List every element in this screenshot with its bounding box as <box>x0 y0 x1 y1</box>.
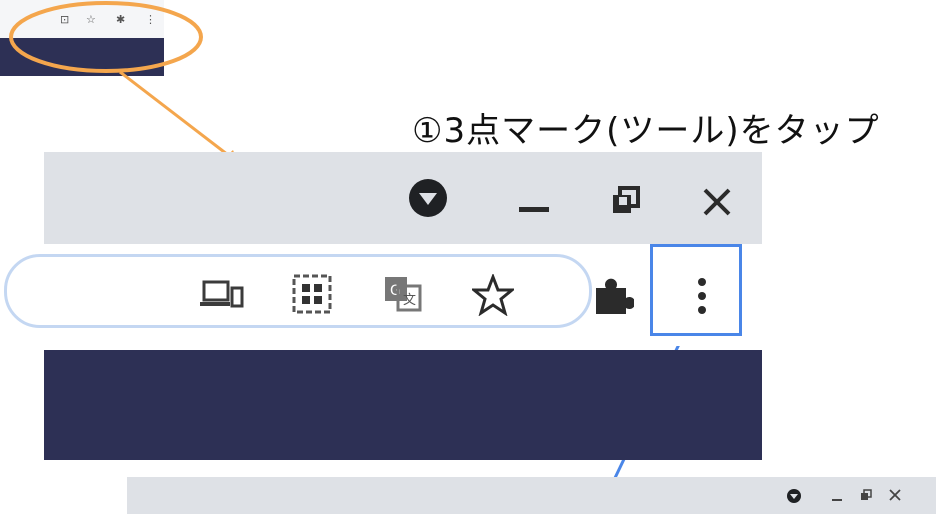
page-content-band <box>44 350 762 460</box>
menu-highlight-box <box>650 244 742 336</box>
restore-icon[interactable] <box>610 185 642 217</box>
close-icon[interactable] <box>701 186 733 218</box>
minimize-icon[interactable] <box>517 184 551 218</box>
bottom-title-bar <box>127 477 936 514</box>
extensions-puzzle-icon[interactable] <box>590 274 634 318</box>
instruction-caption: ①3点マーク(ツール)をタップ <box>412 111 880 151</box>
cast-devices-icon[interactable] <box>200 276 244 316</box>
dropdown-circle-icon[interactable] <box>404 174 452 222</box>
svg-text:文: 文 <box>403 293 416 308</box>
small-dropdown-circle-icon[interactable] <box>786 488 802 504</box>
translate-icon[interactable]: G 文 <box>382 274 424 314</box>
window-title-bar <box>44 152 762 244</box>
orange-arrow-line <box>119 70 233 160</box>
qr-code-icon[interactable] <box>292 274 332 314</box>
orange-ellipse <box>9 1 203 73</box>
small-restore-icon[interactable] <box>860 489 872 501</box>
small-close-icon[interactable] <box>889 489 901 501</box>
star-bookmark-icon[interactable] <box>472 274 514 316</box>
small-minimize-icon[interactable] <box>831 490 843 502</box>
